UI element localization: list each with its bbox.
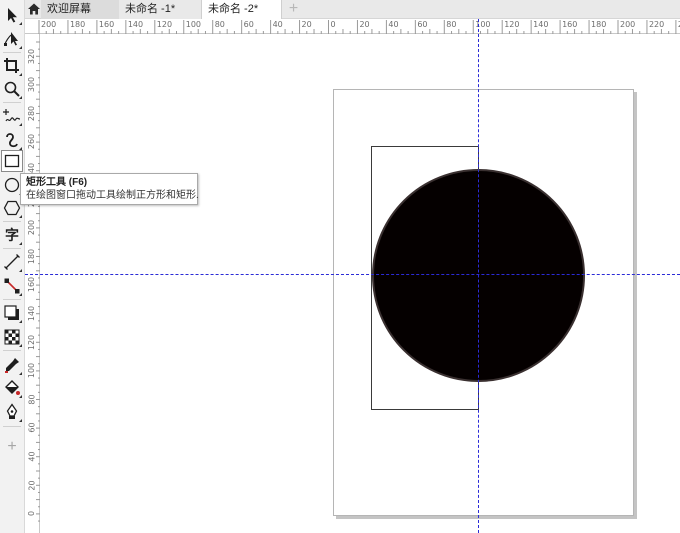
dimension-tool[interactable] (1, 251, 23, 273)
text-icon: 字 (5, 228, 19, 244)
freehand-tool[interactable] (1, 105, 23, 127)
artistic-media-tool[interactable] (1, 129, 23, 151)
tab-untitled-2[interactable]: 未命名 -2* (201, 0, 282, 19)
toolbox: 字 + (0, 0, 25, 533)
horizontal-ruler-ticks (38, 20, 677, 34)
tab-untitled-1[interactable]: 未命名 -1* (119, 0, 201, 19)
horizontal-guideline[interactable] (25, 274, 680, 275)
horizontal-ruler[interactable]: 200 180 160 140 120 100 80 60 40 20 0 20 40 60 80 100 12… (25, 19, 680, 34)
interactive-fill-tool[interactable] (1, 377, 23, 399)
tooltip-title: 矩形工具 (F6) (26, 177, 88, 188)
smart-fill-tool[interactable] (1, 401, 23, 423)
document-tab-bar: 欢迎屏幕 未命名 -1* 未命名 -2* + (0, 0, 680, 19)
eyedropper-tool[interactable] (1, 354, 23, 376)
vertical-ruler-ticks (36, 41, 40, 522)
pick-tool[interactable] (1, 4, 23, 26)
text-tool[interactable]: 字 (1, 224, 23, 246)
crop-tool[interactable] (1, 55, 23, 77)
drop-shadow-tool[interactable] (1, 302, 23, 324)
connector-tool[interactable] (1, 275, 23, 297)
tab-welcome-screen[interactable]: 欢迎屏幕 (41, 0, 119, 19)
add-tab-button[interactable]: + (285, 1, 302, 18)
home-icon[interactable] (27, 2, 41, 16)
transparency-tool[interactable] (1, 326, 23, 348)
rectangle-tool-tooltip: 矩形工具 (F6) 在绘图窗口拖动工具绘制正方形和矩形. (20, 173, 199, 205)
vertical-guideline[interactable] (478, 19, 479, 533)
rectangle-icon (4, 154, 20, 168)
zoom-tool[interactable] (1, 78, 23, 100)
add-tool-button[interactable]: + (1, 436, 23, 458)
shape-tool[interactable] (1, 28, 23, 50)
tooltip-description: 在绘图窗口拖动工具绘制正方形和矩形. (26, 190, 199, 201)
vertical-ruler[interactable]: 3203002802602402202001801601401201008060… (25, 34, 40, 533)
plus-icon: + (7, 438, 17, 455)
rectangle-tool[interactable] (1, 150, 23, 172)
